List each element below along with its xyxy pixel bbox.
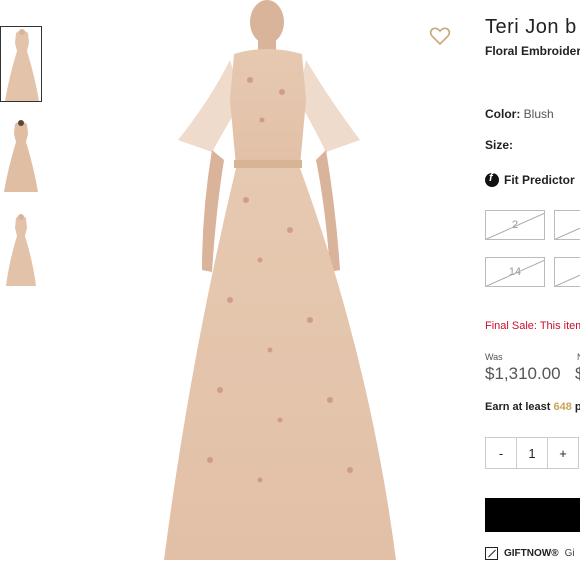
quantity-increase-button[interactable]: + bbox=[547, 437, 579, 469]
fit-predictor-link[interactable]: Fit Predictor g bbox=[485, 172, 580, 187]
thumbnail-list bbox=[0, 0, 46, 580]
color-label: Color: bbox=[485, 107, 521, 121]
color-value: Blush bbox=[523, 107, 554, 121]
product-name: Floral Embroider bbox=[485, 44, 580, 58]
was-label: Was bbox=[485, 352, 503, 362]
earn-points: Earn at least 648 po bbox=[485, 401, 580, 413]
color-row: Color: Blush bbox=[485, 107, 554, 121]
size-option[interactable]: 14 bbox=[485, 257, 545, 287]
earn-points-value: 648 bbox=[553, 401, 572, 413]
add-to-bag-button[interactable] bbox=[485, 498, 580, 532]
quantity-value[interactable]: 1 bbox=[516, 437, 548, 469]
now-price: $ bbox=[575, 364, 580, 383]
fit-predictor-label: Fit Predictor bbox=[504, 173, 575, 187]
size-option[interactable] bbox=[554, 257, 580, 287]
main-product-image[interactable] bbox=[150, 0, 450, 580]
wishlist-heart-icon[interactable] bbox=[428, 24, 452, 48]
giftnow-label: GIFTNOW® bbox=[504, 548, 559, 559]
giftnow-link[interactable]: GIFTNOW® Gi bbox=[485, 547, 575, 560]
thumbnail-front[interactable] bbox=[0, 26, 42, 102]
gift-icon bbox=[485, 547, 498, 560]
fit-predictor-icon bbox=[485, 172, 499, 187]
earn-prefix: Earn at least bbox=[485, 401, 551, 413]
final-sale-notice: Final Sale: This item bbox=[485, 320, 580, 332]
brand-name[interactable]: Teri Jon b bbox=[485, 16, 577, 39]
giftnow-desc: Gi bbox=[564, 548, 575, 559]
quantity-decrease-button[interactable]: - bbox=[485, 437, 517, 469]
was-price: $1,310.00 bbox=[485, 364, 561, 383]
size-option[interactable] bbox=[554, 210, 580, 240]
quantity-stepper: - 1 + bbox=[485, 437, 579, 469]
thumbnail-back[interactable] bbox=[0, 118, 42, 194]
product-info-panel: Teri Jon b Floral Embroider Color: Blush… bbox=[485, 0, 580, 580]
thumbnail-side[interactable] bbox=[0, 212, 42, 288]
size-option[interactable]: 2 bbox=[485, 210, 545, 240]
size-label: Size: bbox=[485, 138, 514, 152]
earn-suffix: po bbox=[574, 401, 580, 413]
